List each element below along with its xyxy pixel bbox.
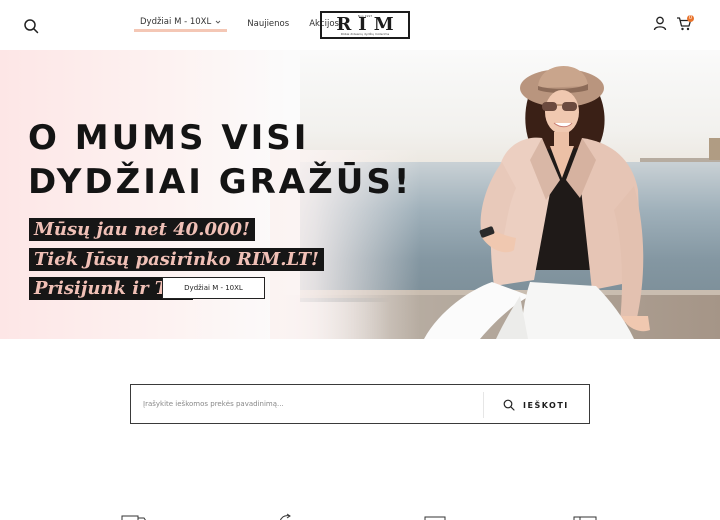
- hero-tower: [709, 138, 720, 160]
- search-divider: [483, 392, 484, 418]
- search-icon: [503, 399, 515, 411]
- package-icon: [573, 516, 597, 520]
- hero-model-image: [424, 65, 650, 339]
- search-button[interactable]: IEŠKOTI: [503, 394, 569, 416]
- hero-tagline-1: Mūsų jau net 40.000!: [29, 218, 255, 241]
- hero-sizes-button[interactable]: Dydžiai M - 10XL: [162, 277, 265, 299]
- product-search-form: IEŠKOTI: [130, 384, 590, 424]
- hero-banner[interactable]: O MUMS VISI DYDŽIAI GRAŽŪS! Mūsų jau net…: [0, 50, 720, 339]
- card-icon: [424, 516, 446, 520]
- search-icon[interactable]: [23, 18, 39, 34]
- site-header: Dydžiai M - 10XL Naujienos Akcijos Nuo 1…: [0, 0, 720, 50]
- search-input[interactable]: [143, 393, 473, 415]
- chevron-down-icon: [215, 20, 221, 24]
- search-button-label: IEŠKOTI: [523, 400, 569, 410]
- logo-tagline-top: Nuo 1997: [357, 14, 373, 18]
- site-logo[interactable]: Nuo 1997 RIM Rūbai didesnių dydžių moter…: [320, 11, 410, 39]
- return-icon: [279, 513, 291, 520]
- hero-title: O MUMS VISI DYDŽIAI GRAŽŪS!: [28, 116, 412, 204]
- nav-item-label: Dydžiai M - 10XL: [140, 17, 212, 27]
- truck-icon: [121, 515, 146, 520]
- hero-tagline-2: Tiek Jūsų pasirinko RIM.LT!: [29, 248, 324, 271]
- nav-item-label: Naujienos: [247, 18, 290, 29]
- hero-title-line1: O MUMS VISI: [28, 118, 310, 158]
- user-icon[interactable]: [653, 16, 667, 31]
- nav-item-news[interactable]: Naujienos: [247, 19, 289, 29]
- cart-count-badge: 0: [687, 15, 694, 22]
- nav-item-sizes[interactable]: Dydžiai M - 10XL: [134, 17, 228, 32]
- logo-tagline-bottom: Rūbai didesnių dydžių moterims: [340, 32, 390, 36]
- hero-title-line2: DYDŽIAI GRAŽŪS!: [28, 162, 413, 202]
